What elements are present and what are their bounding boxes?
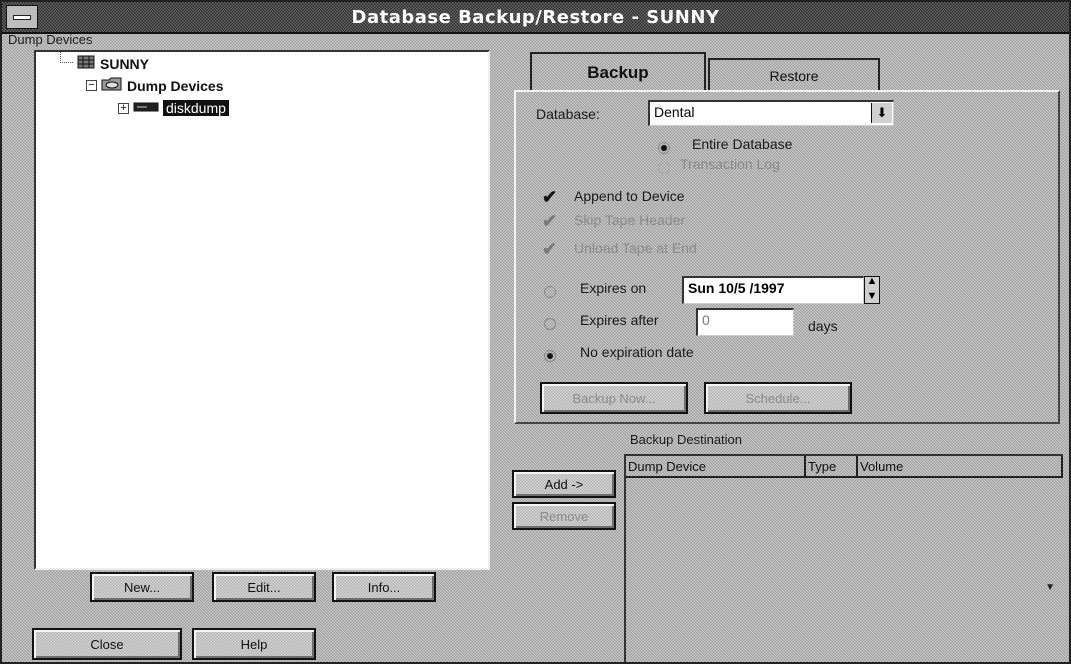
tree-item-dump-devices[interactable]: − Dump Devices bbox=[86, 76, 223, 95]
expand-icon[interactable]: + bbox=[118, 102, 129, 114]
skip-tape-header-checkbox[interactable]: ✔ bbox=[542, 212, 560, 230]
window-title: Database Backup/Restore - SUNNY bbox=[351, 7, 720, 28]
schedule-button[interactable]: Schedule... bbox=[704, 382, 852, 414]
backup-destination-list[interactable]: Dump Device Type Volume ▼ bbox=[624, 454, 1063, 662]
tree-item-label: Dump Devices bbox=[127, 77, 224, 94]
collapse-icon[interactable]: − bbox=[86, 80, 97, 91]
tree-item-label: diskdump bbox=[163, 100, 229, 116]
column-header-type[interactable]: Type bbox=[806, 456, 858, 478]
scroll-down-icon[interactable]: ▼ bbox=[1045, 582, 1055, 593]
column-header-dump-device[interactable]: Dump Device bbox=[626, 456, 806, 478]
expires-after-radio[interactable] bbox=[544, 318, 556, 330]
remove-button[interactable]: Remove bbox=[512, 502, 616, 530]
no-expiration-label: No expiration date bbox=[580, 344, 694, 360]
expires-after-field[interactable]: 0 bbox=[696, 308, 794, 336]
backup-restore-window: Database Backup/Restore - SUNNY Dump Dev… bbox=[0, 0, 1071, 664]
info-button[interactable]: Info... bbox=[332, 572, 436, 602]
append-to-device-label: Append to Device bbox=[574, 188, 685, 204]
dump-devices-group-label: Dump Devices bbox=[8, 32, 93, 47]
database-select[interactable]: Dental ⬇ bbox=[648, 100, 894, 126]
dropdown-arrow-icon[interactable]: ⬇ bbox=[871, 103, 892, 123]
expires-on-value: Sun 10/5 /1997 bbox=[688, 280, 785, 296]
no-expiration-radio[interactable] bbox=[544, 350, 556, 362]
backup-now-button[interactable]: Backup Now... bbox=[540, 382, 688, 414]
expires-after-label: Expires after bbox=[580, 312, 659, 328]
date-spinner[interactable]: ▲ ▼ bbox=[864, 276, 880, 304]
dump-devices-tree[interactable]: SUNNY − Dump Devices + diskdump bbox=[34, 50, 490, 570]
title-bar: Database Backup/Restore - SUNNY bbox=[2, 2, 1069, 34]
add-button[interactable]: Add -> bbox=[512, 470, 616, 498]
server-icon bbox=[76, 54, 96, 73]
new-button[interactable]: New... bbox=[90, 572, 194, 602]
database-value: Dental bbox=[654, 104, 695, 120]
transaction-log-label: Transaction Log bbox=[680, 156, 780, 172]
edit-button[interactable]: Edit... bbox=[212, 572, 316, 602]
expires-on-field[interactable]: Sun 10/5 /1997 bbox=[682, 276, 864, 304]
entire-database-label: Entire Database bbox=[692, 136, 793, 152]
database-label: Database: bbox=[536, 106, 600, 122]
unload-tape-checkbox[interactable]: ✔ bbox=[542, 240, 560, 258]
transaction-log-radio[interactable] bbox=[658, 162, 670, 174]
expires-on-radio[interactable] bbox=[544, 286, 556, 298]
spin-down-icon[interactable]: ▼ bbox=[865, 291, 879, 302]
spin-up-icon[interactable]: ▲ bbox=[865, 276, 879, 287]
disk-device-icon bbox=[133, 100, 159, 116]
unload-tape-label: Unload Tape at End bbox=[574, 240, 697, 256]
skip-tape-header-label: Skip Tape Header bbox=[574, 212, 686, 228]
close-button[interactable]: Close bbox=[32, 628, 182, 660]
expires-after-value: 0 bbox=[702, 312, 710, 328]
backup-tab-panel: Database: Dental ⬇ Entire Database Trans… bbox=[514, 90, 1060, 424]
expires-on-label: Expires on bbox=[580, 280, 647, 296]
tree-item-label: SUNNY bbox=[100, 55, 150, 72]
days-label: days bbox=[808, 318, 838, 334]
folder-icon bbox=[101, 76, 123, 95]
backup-destination-label: Backup Destination bbox=[630, 432, 743, 447]
tab-backup[interactable]: Backup bbox=[530, 52, 706, 92]
entire-database-radio[interactable] bbox=[658, 142, 670, 154]
column-header-volume[interactable]: Volume bbox=[858, 456, 1063, 478]
append-to-device-checkbox[interactable]: ✔ bbox=[542, 188, 560, 206]
tree-item-sunny[interactable]: SUNNY bbox=[60, 52, 150, 73]
tab-restore[interactable]: Restore bbox=[708, 58, 880, 92]
help-button[interactable]: Help bbox=[192, 628, 316, 660]
tree-item-diskdump[interactable]: + diskdump bbox=[118, 100, 229, 116]
